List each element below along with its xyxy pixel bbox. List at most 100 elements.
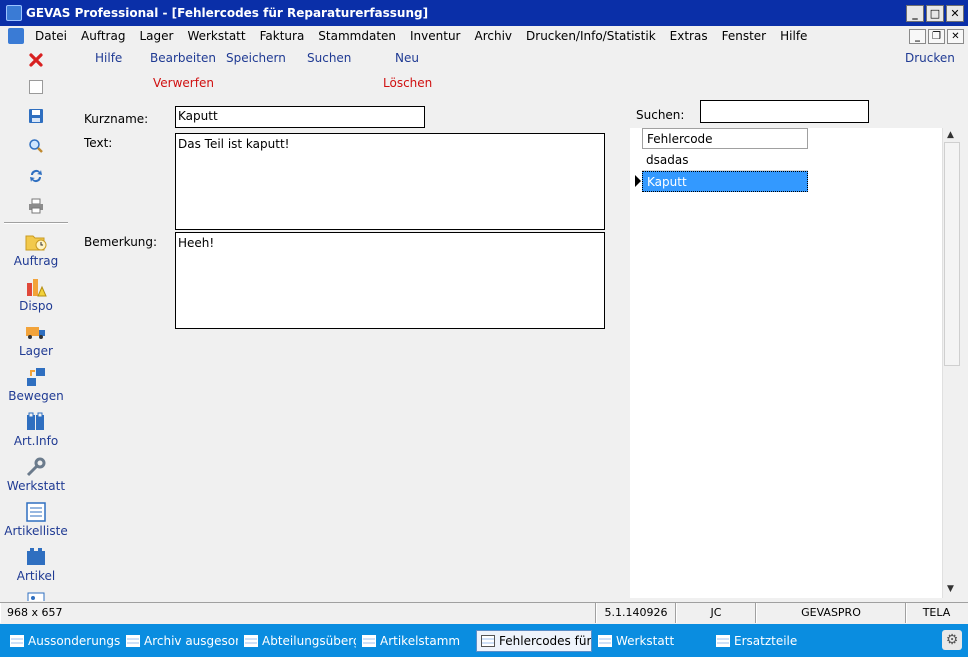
menu-lager[interactable]: Lager <box>132 29 180 43</box>
loeschen-button[interactable]: Löschen <box>383 76 432 90</box>
vertical-scrollbar[interactable]: ▲ ▼ <box>942 128 960 598</box>
task-label: Archiv ausgeson... <box>144 633 238 648</box>
sidebar-item-label: Auftrag <box>13 254 59 268</box>
fehlercode-grid[interactable]: Fehlercode dsadas Kaputt <box>630 128 942 598</box>
list-icon <box>25 502 47 522</box>
sidebar-item-label: Art.Info <box>13 434 59 448</box>
menu-bar: Datei Auftrag Lager Werkstatt Faktura St… <box>0 26 968 46</box>
close-button[interactable]: ✕ <box>946 4 964 22</box>
grid-header-fehlercode[interactable]: Fehlercode <box>642 128 808 149</box>
sidebar-item-label: Werkstatt <box>6 479 66 493</box>
window-taskbar: Aussonderungsl... Archiv ausgeson... Abt… <box>0 624 968 657</box>
folder-clock-icon <box>25 232 47 252</box>
sidebar-item-dispo[interactable]: Dispo <box>0 277 72 313</box>
status-site: TELA <box>906 603 966 623</box>
menu-datei[interactable]: Datei <box>28 29 74 43</box>
cancel-icon[interactable] <box>26 50 46 70</box>
menu-extras[interactable]: Extras <box>663 29 715 43</box>
task-item-active[interactable]: Fehlercodes für ... <box>476 629 592 652</box>
article-info-icon <box>25 412 47 432</box>
contact-card-icon[interactable] <box>26 589 46 601</box>
table-row-selected[interactable]: Kaputt <box>642 171 808 192</box>
maximize-button[interactable]: □ <box>926 4 944 22</box>
menu-werkstatt[interactable]: Werkstatt <box>180 29 252 43</box>
menu-archiv[interactable]: Archiv <box>468 29 520 43</box>
row-pointer-icon <box>634 171 642 192</box>
status-version: 5.1.140926 <box>596 603 676 623</box>
article-icon <box>25 547 47 567</box>
sidebar-item-artikel[interactable]: Artikel <box>0 547 72 583</box>
menu-inventur[interactable]: Inventur <box>403 29 467 43</box>
table-row[interactable]: dsadas <box>642 150 808 171</box>
document-icon[interactable] <box>8 28 24 44</box>
text-field[interactable]: Das Teil ist kaputt! <box>175 133 605 230</box>
kurzname-label: Kurzname: <box>84 112 149 126</box>
status-bar: 968 x 657 5.1.140926 JC GEVASPRO TELA <box>0 602 968 623</box>
wrench-icon <box>25 457 47 477</box>
task-label: Abteilungsüberg... <box>262 633 356 648</box>
task-item[interactable]: Aussonderungsl... <box>6 630 120 652</box>
task-label: Artikelstamm <box>380 633 461 648</box>
table-icon <box>126 634 140 647</box>
bemerkung-field[interactable]: Heeh! <box>175 232 605 329</box>
sidebar-item-artinfo[interactable]: Art.Info <box>0 412 72 448</box>
sidebar-separator <box>4 222 68 224</box>
scroll-down-icon[interactable]: ▼ <box>947 584 954 594</box>
save-icon[interactable] <box>26 106 46 126</box>
table-icon <box>598 634 612 647</box>
truck-icon <box>25 322 47 342</box>
printer-icon[interactable] <box>26 196 46 216</box>
gear-icon[interactable]: ⚙ <box>942 630 962 650</box>
kurzname-field[interactable]: Kaputt <box>175 106 425 128</box>
menu-auftrag[interactable]: Auftrag <box>74 29 132 43</box>
menu-hilfe[interactable]: Hilfe <box>773 29 814 43</box>
hilfe-button[interactable]: Hilfe <box>95 51 122 65</box>
sidebar-item-label: Dispo <box>19 299 53 313</box>
sidebar-item-lager[interactable]: Lager <box>0 322 72 358</box>
status-user: JC <box>676 603 756 623</box>
title-bar: GEVAS Professional - [Fehlercodes für Re… <box>0 0 968 26</box>
mdi-close-button[interactable]: ✕ <box>947 28 964 44</box>
sidebar-item-werkstatt[interactable]: Werkstatt <box>0 457 72 493</box>
task-item[interactable]: Archiv ausgeson... <box>122 630 238 652</box>
app-icon <box>6 5 22 21</box>
task-label: Werkstatt <box>616 633 675 648</box>
task-label: Ersatzteile <box>734 633 798 648</box>
toolbar: Hilfe Bearbeiten Speichern Suchen Neu Dr… <box>72 48 968 94</box>
sidebar-item-label: Artikelliste <box>4 524 68 538</box>
sidebar-item-artikelliste[interactable]: Artikelliste <box>0 502 72 538</box>
neu-button[interactable]: Neu <box>395 51 419 65</box>
search-input[interactable] <box>700 100 869 123</box>
table-icon <box>481 634 495 647</box>
table-icon <box>362 634 376 647</box>
drucken-button[interactable]: Drucken <box>905 51 955 65</box>
search-icon[interactable] <box>26 136 46 156</box>
menu-stammdaten[interactable]: Stammdaten <box>311 29 403 43</box>
sidebar-item-auftrag[interactable]: Auftrag <box>0 232 72 268</box>
bearbeiten-button[interactable]: Bearbeiten <box>150 51 216 65</box>
sidebar-item-label: Artikel <box>16 569 56 583</box>
speichern-button[interactable]: Speichern <box>226 51 286 65</box>
menu-faktura[interactable]: Faktura <box>253 29 312 43</box>
task-label: Fehlercodes für ... <box>499 633 592 648</box>
refresh-icon[interactable] <box>26 166 46 186</box>
task-item[interactable]: Werkstatt <box>594 630 710 652</box>
verwerfen-button[interactable]: Verwerfen <box>153 76 214 90</box>
status-size: 968 x 657 <box>0 603 596 623</box>
suchen-button[interactable]: Suchen <box>307 51 351 65</box>
table-icon <box>10 634 24 647</box>
table-icon <box>244 634 258 647</box>
new-document-icon[interactable] <box>26 77 46 97</box>
minimize-button[interactable]: _ <box>906 4 924 22</box>
task-item[interactable]: Artikelstamm <box>358 630 474 652</box>
mdi-minimize-button[interactable]: _ <box>909 28 926 44</box>
mdi-restore-button[interactable]: ❐ <box>928 28 945 44</box>
task-item[interactable]: Abteilungsüberg... <box>240 630 356 652</box>
menu-fenster[interactable]: Fenster <box>715 29 774 43</box>
task-item[interactable]: Ersatzteile <box>712 630 828 652</box>
sidebar-item-bewegen[interactable]: Bewegen <box>0 367 72 403</box>
scroll-thumb[interactable] <box>944 142 960 366</box>
task-label: Aussonderungsl... <box>28 633 120 648</box>
menu-drucken[interactable]: Drucken/Info/Statistik <box>519 29 663 43</box>
scroll-up-icon[interactable]: ▲ <box>947 130 954 140</box>
